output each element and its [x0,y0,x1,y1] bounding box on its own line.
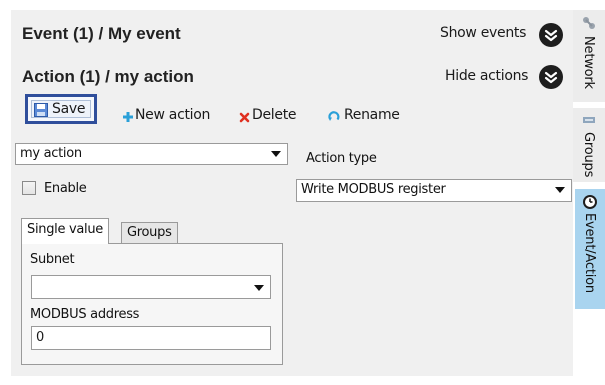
side-tab-network-label: Network [581,36,596,89]
action-type-value: Write MODBUS register [301,182,446,197]
rename-label: Rename [344,107,400,123]
enable-label: Enable [44,181,87,196]
modbus-address-label: MODBUS address [30,307,140,322]
action-type-select[interactable]: Write MODBUS register [296,179,572,202]
hide-actions-link[interactable]: Hide actions [445,68,528,84]
floppy-disk-icon [34,103,48,117]
chevron-down-icon [555,187,565,193]
subnet-select[interactable] [31,275,271,299]
groups-icon [583,117,595,123]
side-tab-groups-label: Groups [581,132,596,178]
save-label: Save [52,101,86,117]
enable-checkbox[interactable] [22,181,36,195]
new-action-button[interactable]: New action [122,107,210,123]
rename-button[interactable]: Rename [328,107,400,123]
network-icon [583,17,595,29]
action-title: Action (1) / my action [22,67,194,86]
side-tab-groups[interactable]: Groups [573,108,605,182]
event-action-panel: Event (1) / My event Show events Action … [11,10,573,376]
add-icon [123,112,133,122]
show-events-icon[interactable] [539,23,563,47]
new-action-label: New action [135,107,211,123]
single-value-tab-panel: Subnet MODBUS address 0 [21,243,283,365]
event-title: Event (1) / My event [22,24,181,43]
side-tab-network[interactable]: Network [573,10,605,102]
show-events-link[interactable]: Show events [440,25,526,41]
chevron-down-icon [254,285,264,291]
tab-groups[interactable]: Groups [121,222,178,244]
side-tab-event-action-label: Event/Action [582,213,597,293]
rename-icon [328,111,340,121]
delete-icon [239,112,250,122]
save-button[interactable]: Save [25,94,97,124]
action-type-label: Action type [306,151,377,166]
chevron-down-icon [271,151,281,157]
modbus-address-input[interactable]: 0 [31,326,271,350]
subnet-label: Subnet [30,252,75,267]
tab-single-value[interactable]: Single value [21,218,110,244]
hide-actions-icon[interactable] [539,65,563,89]
clock-icon [583,195,597,209]
delete-label: Delete [252,107,297,123]
side-tab-event-action[interactable]: Event/Action [575,189,605,309]
delete-button[interactable]: Delete [239,107,297,123]
action-select[interactable]: my action [15,143,288,165]
action-select-value: my action [20,146,82,161]
